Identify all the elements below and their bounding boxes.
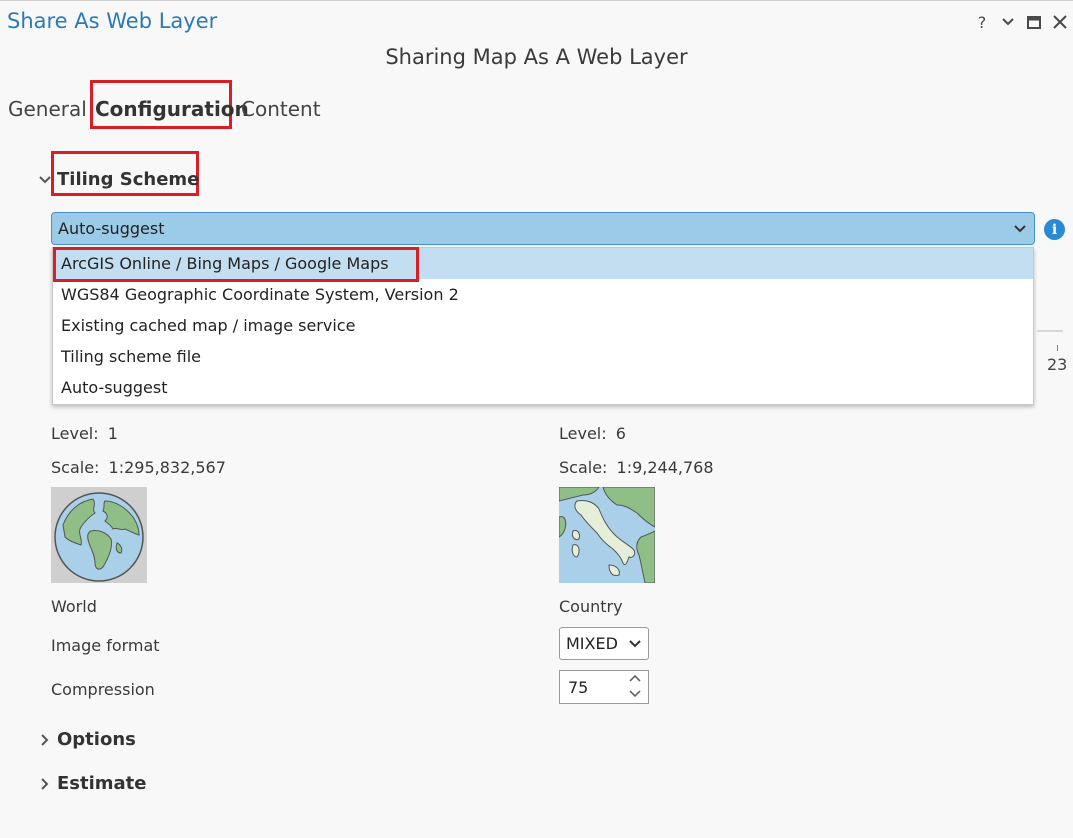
image-format-select[interactable]: MIXED [559,627,649,660]
scale-slider-max-label: 23 [1047,355,1068,374]
window-top-border [0,0,1073,1]
compression-value: 75 [568,677,589,697]
help-button[interactable]: ? [969,9,995,35]
estimate-section-header[interactable]: Estimate [36,773,147,794]
chevron-down-icon [1014,225,1026,233]
annotation-box-arcgis-option [53,247,419,282]
min-level-label: Level: [51,424,99,443]
scale-slider-track[interactable] [1037,330,1063,332]
tab-configuration[interactable]: Configuration [95,97,249,121]
image-format-label: Image format [51,636,160,655]
world-thumbnail [51,487,147,583]
chevron-down-icon [36,171,54,189]
max-scale-value: 1:9,244,768 [616,458,714,477]
maximize-button[interactable] [1021,9,1047,35]
max-scale-row: Scale: 1:9,244,768 [559,458,714,477]
min-scale-label: Scale: [51,458,100,477]
max-level-name: Country [559,597,623,616]
options-label: Options [57,729,136,750]
estimate-label: Estimate [57,773,147,794]
compression-stepper[interactable]: 75 [559,670,649,704]
min-scale-row: Scale: 1:295,832,567 [51,458,226,477]
min-level-row: Level: 1 [51,424,118,443]
options-section-header[interactable]: Options [36,729,136,750]
tab-general[interactable]: General [8,97,87,121]
chevron-down-icon[interactable] [628,688,642,699]
dropdown-option[interactable]: Tiling scheme file [53,341,1033,372]
close-icon [1053,15,1067,29]
pane-heading: Sharing Map As A Web Layer [385,45,688,69]
min-level-value: 1 [107,424,118,443]
tiling-scheme-combobox[interactable]: Auto-suggest [51,212,1035,245]
chevron-down-icon [1002,18,1014,26]
max-scale-label: Scale: [559,458,608,477]
min-level-name: World [51,597,97,616]
close-button[interactable] [1047,9,1073,35]
dropdown-option[interactable]: Existing cached map / image service [53,310,1033,341]
tiling-scheme-selected-value: Auto-suggest [58,219,165,238]
max-level-row: Level: 6 [559,424,626,443]
scale-slider-tick [1057,345,1058,351]
maximize-icon [1027,15,1041,29]
tiling-scheme-label: Tiling Scheme [57,169,200,190]
dropdown-option[interactable]: Auto-suggest [53,372,1033,403]
tiling-scheme-section-header[interactable]: Tiling Scheme [36,169,199,190]
max-level-label: Level: [559,424,607,443]
country-thumbnail [559,487,655,583]
min-scale-value: 1:295,832,567 [108,458,226,477]
tab-content[interactable]: Content [241,97,321,121]
max-level-value: 6 [615,424,626,443]
info-icon[interactable]: i [1044,219,1065,240]
image-format-value: MIXED [566,634,618,653]
pane-options-button[interactable] [995,9,1021,35]
chevron-up-icon[interactable] [628,673,642,684]
chevron-right-icon [36,775,54,793]
chevron-down-icon [629,640,641,648]
help-label: ? [977,12,987,32]
chevron-right-icon [36,731,54,749]
window-controls: ? [969,8,1073,36]
compression-label: Compression [51,680,155,699]
window-title: Share As Web Layer [7,9,218,33]
dropdown-option[interactable]: WGS84 Geographic Coordinate System, Vers… [53,279,1033,310]
